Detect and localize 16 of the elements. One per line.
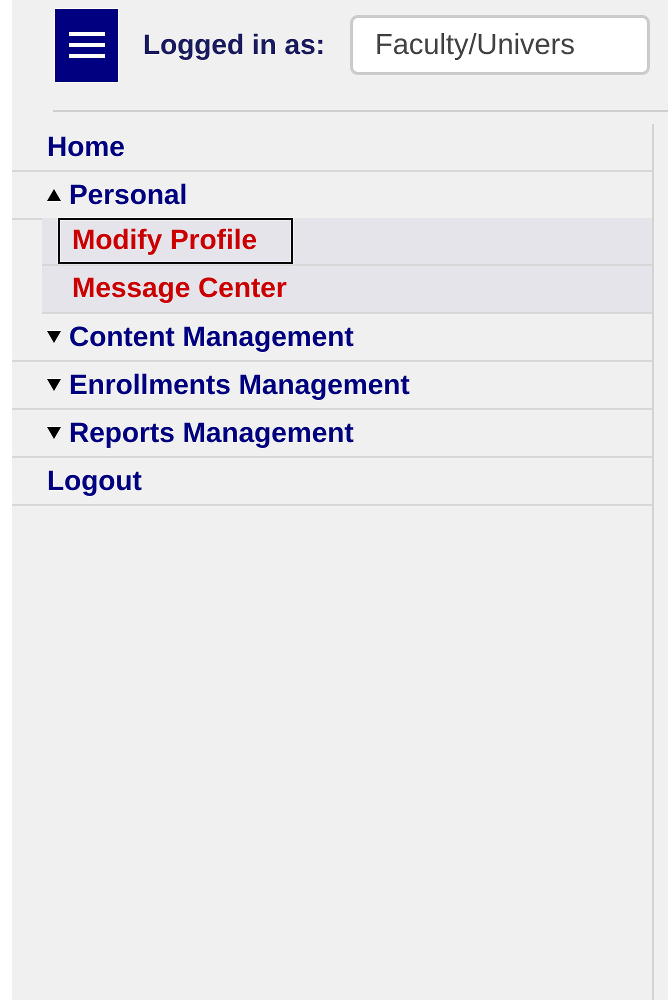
- role-select[interactable]: Faculty/Univers: [350, 15, 650, 75]
- menu-link[interactable]: Logout: [47, 465, 142, 497]
- menu-icon: [68, 30, 104, 60]
- menu-button[interactable]: [55, 8, 118, 82]
- caret-down-icon: [47, 379, 61, 391]
- menu-link[interactable]: Home: [47, 131, 125, 163]
- caret-down-icon: [47, 427, 61, 439]
- menu-group[interactable]: Personal: [47, 179, 188, 211]
- menu-group[interactable]: Reports Management: [47, 417, 354, 449]
- menu-group[interactable]: Content Management: [47, 321, 354, 353]
- caret-down-icon: [47, 331, 61, 343]
- logged-in-label: Logged in as:: [143, 29, 325, 61]
- menu-group[interactable]: Enrollments Management: [47, 369, 410, 401]
- caret-up-icon: [47, 189, 61, 201]
- submenu-link[interactable]: Modify Profile: [58, 218, 294, 264]
- submenu-link[interactable]: Message Center: [58, 266, 323, 312]
